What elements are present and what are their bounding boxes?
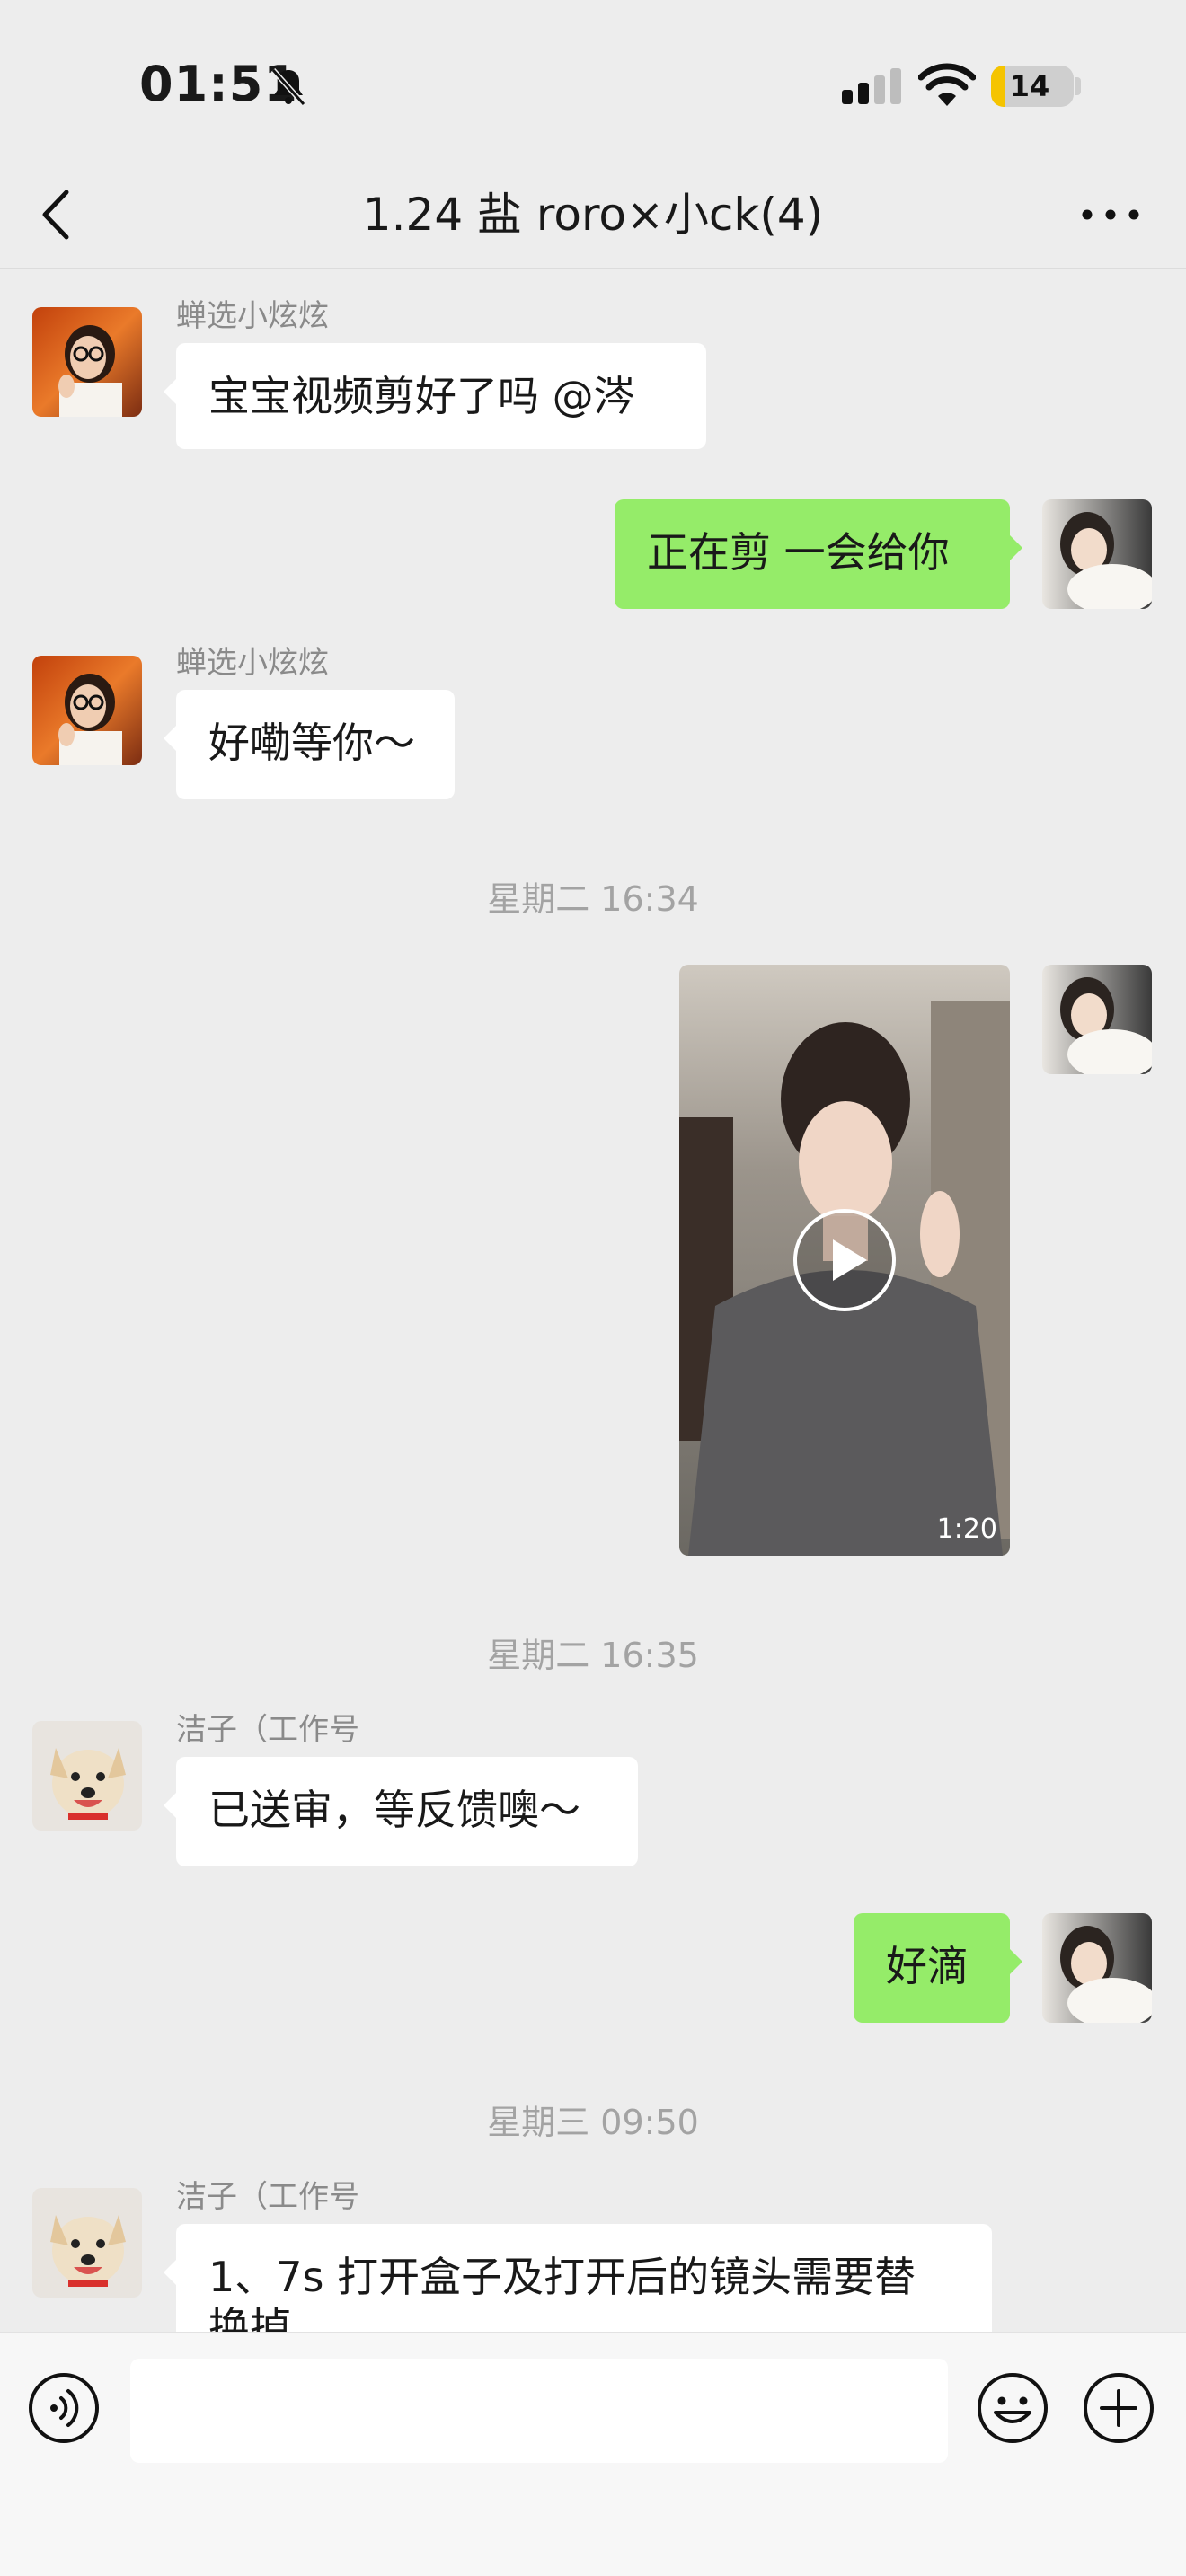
chat-title: 1.24 盐 roro×小ck(4) [362, 189, 824, 241]
video-duration: 1:20 [936, 1513, 997, 1545]
timestamp: 星期三 09:50 [487, 2103, 699, 2142]
avatar[interactable] [32, 656, 142, 765]
avatar[interactable] [1042, 1913, 1152, 2023]
message-bubble[interactable]: 好嘞等你～ [164, 690, 455, 799]
message-bubble[interactable]: 正在剪 一会给你 [615, 499, 1022, 609]
battery-level: 14 [1009, 69, 1050, 103]
message-line: 1、7s 打开盒子及打开后的镜头需要替 [208, 2253, 916, 2301]
message-input[interactable] [130, 2359, 948, 2463]
video-message[interactable]: 1:20 [679, 965, 1010, 1556]
chat-header: 1.24 盐 roro×小ck(4) [0, 162, 1186, 269]
play-icon[interactable] [792, 1207, 898, 1313]
signal-icon [842, 68, 901, 104]
timestamp: 星期二 16:35 [487, 1636, 699, 1675]
plus-icon[interactable] [1082, 2371, 1155, 2445]
emoji-icon[interactable] [976, 2371, 1049, 2445]
bell-slash-icon [270, 67, 306, 107]
more-icon[interactable] [1078, 201, 1143, 228]
timestamp: 星期二 16:34 [487, 879, 699, 919]
avatar[interactable] [1042, 965, 1152, 1074]
message-bubble[interactable]: 好滴 [854, 1913, 1022, 2023]
status-bar: 01:51 14 [0, 0, 1186, 162]
battery-icon: 14 [991, 66, 1074, 107]
sender-name: 洁子（工作号 [176, 1712, 359, 1748]
avatar[interactable] [32, 2188, 142, 2298]
sender-name: 蝉选小炫炫 [176, 645, 329, 681]
wifi-icon [918, 63, 976, 106]
message-bubble[interactable]: 已送审，等反馈噢～ [164, 1757, 638, 1866]
avatar[interactable] [32, 307, 142, 417]
avatar[interactable] [1042, 499, 1152, 609]
back-chevron-icon[interactable] [36, 185, 81, 244]
battery-nub [1075, 77, 1081, 95]
avatar[interactable] [32, 1721, 142, 1831]
voice-icon[interactable] [27, 2371, 101, 2445]
sender-name: 蝉选小炫炫 [176, 298, 329, 334]
message-bubble[interactable]: 宝宝视频剪好了吗 @涔 [164, 343, 706, 449]
sender-name: 洁子（工作号 [176, 2179, 359, 2215]
input-bar [0, 2332, 1186, 2576]
